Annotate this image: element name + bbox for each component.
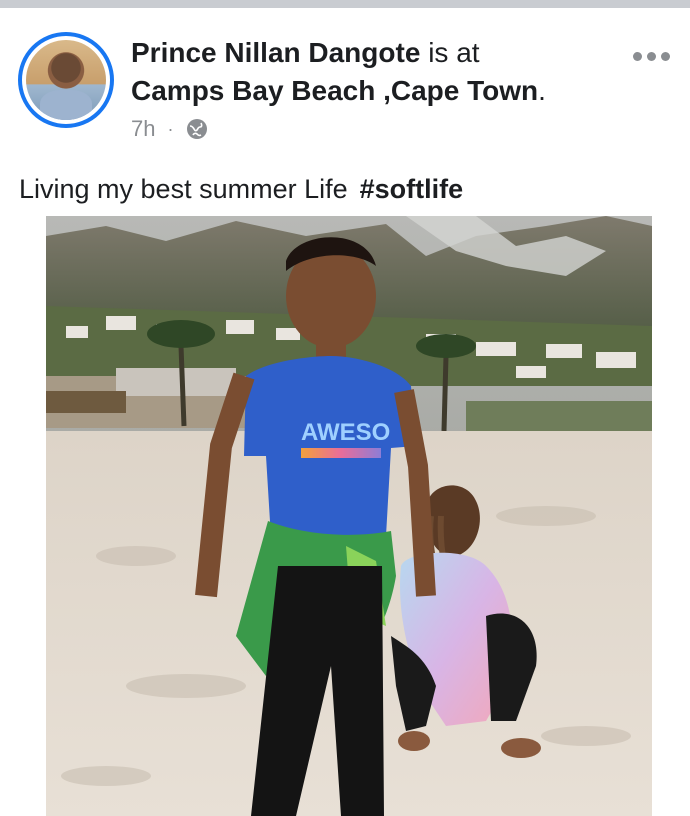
connector-text: is at xyxy=(428,37,480,68)
author-name[interactable]: Prince Nillan Dangote xyxy=(131,37,420,68)
hashtag-link[interactable]: #softlife xyxy=(360,174,464,204)
more-dot xyxy=(661,52,670,61)
caption-text: Living my best summer Life xyxy=(19,174,348,204)
post-caption: Living my best summer Life #softlife xyxy=(19,172,463,206)
post-card: Prince Nillan Dangote is at Camps Bay Be… xyxy=(0,8,690,816)
post-meta: 7h · xyxy=(131,116,209,142)
shirt-text: AWESO xyxy=(301,419,390,446)
location-suffix: . xyxy=(538,75,546,106)
beach-photo: AWESO xyxy=(46,216,652,816)
meta-separator: · xyxy=(167,118,174,139)
avatar-image xyxy=(26,40,106,120)
post-time[interactable]: 7h xyxy=(131,116,155,142)
avatar[interactable] xyxy=(18,32,114,128)
top-divider xyxy=(0,0,690,8)
more-dot xyxy=(633,52,642,61)
location-link[interactable]: Camps Bay Beach ,Cape Town xyxy=(131,75,538,106)
post-header: Prince Nillan Dangote is at Camps Bay Be… xyxy=(131,36,611,108)
header-line-1: Prince Nillan Dangote is at xyxy=(131,36,611,70)
header-line-2: Camps Bay Beach ,Cape Town. xyxy=(131,74,611,108)
post-photo[interactable]: AWESO xyxy=(46,216,652,816)
more-options-icon[interactable] xyxy=(633,52,670,61)
more-dot xyxy=(647,52,656,61)
globe-icon[interactable] xyxy=(185,117,209,141)
